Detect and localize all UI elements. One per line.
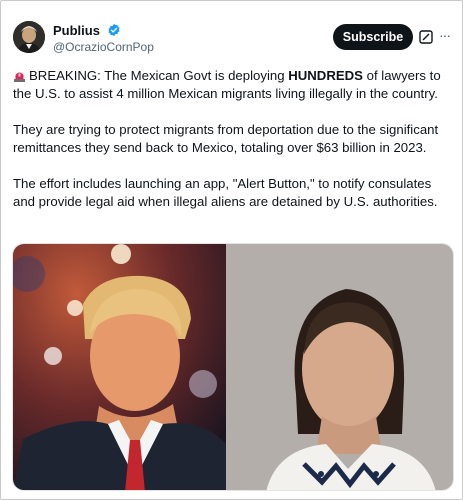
author-handle[interactable]: @OcrazioCornPop	[53, 40, 154, 54]
emphasis-hundreds: HUNDREDS	[288, 68, 363, 83]
verified-badge-icon	[107, 23, 121, 37]
post-card: Publius @OcrazioCornPop Subscribe ··· BR…	[0, 0, 463, 500]
photo-left[interactable]	[13, 244, 226, 490]
post-text: BREAKING: The Mexican Govt is deploying …	[13, 67, 455, 229]
post-paragraph-1: BREAKING: The Mexican Govt is deploying …	[13, 67, 455, 103]
avatar[interactable]	[13, 21, 45, 53]
more-options-icon[interactable]: ···	[439, 25, 455, 45]
subscribe-button[interactable]: Subscribe	[333, 24, 413, 50]
post-header: Publius @OcrazioCornPop Subscribe ···	[13, 21, 458, 61]
post-paragraph-2: They are trying to protect migrants from…	[13, 122, 439, 155]
display-name[interactable]: Publius	[53, 23, 100, 38]
breaking-lead: BREAKING: The Mexican Govt is deploying	[29, 68, 289, 83]
grok-icon[interactable]	[419, 30, 433, 44]
photo-right[interactable]	[226, 244, 453, 490]
post-paragraph-3: The effort includes launching an app, "A…	[13, 176, 438, 209]
siren-emoji-icon	[13, 69, 26, 82]
post-media[interactable]	[12, 243, 454, 491]
